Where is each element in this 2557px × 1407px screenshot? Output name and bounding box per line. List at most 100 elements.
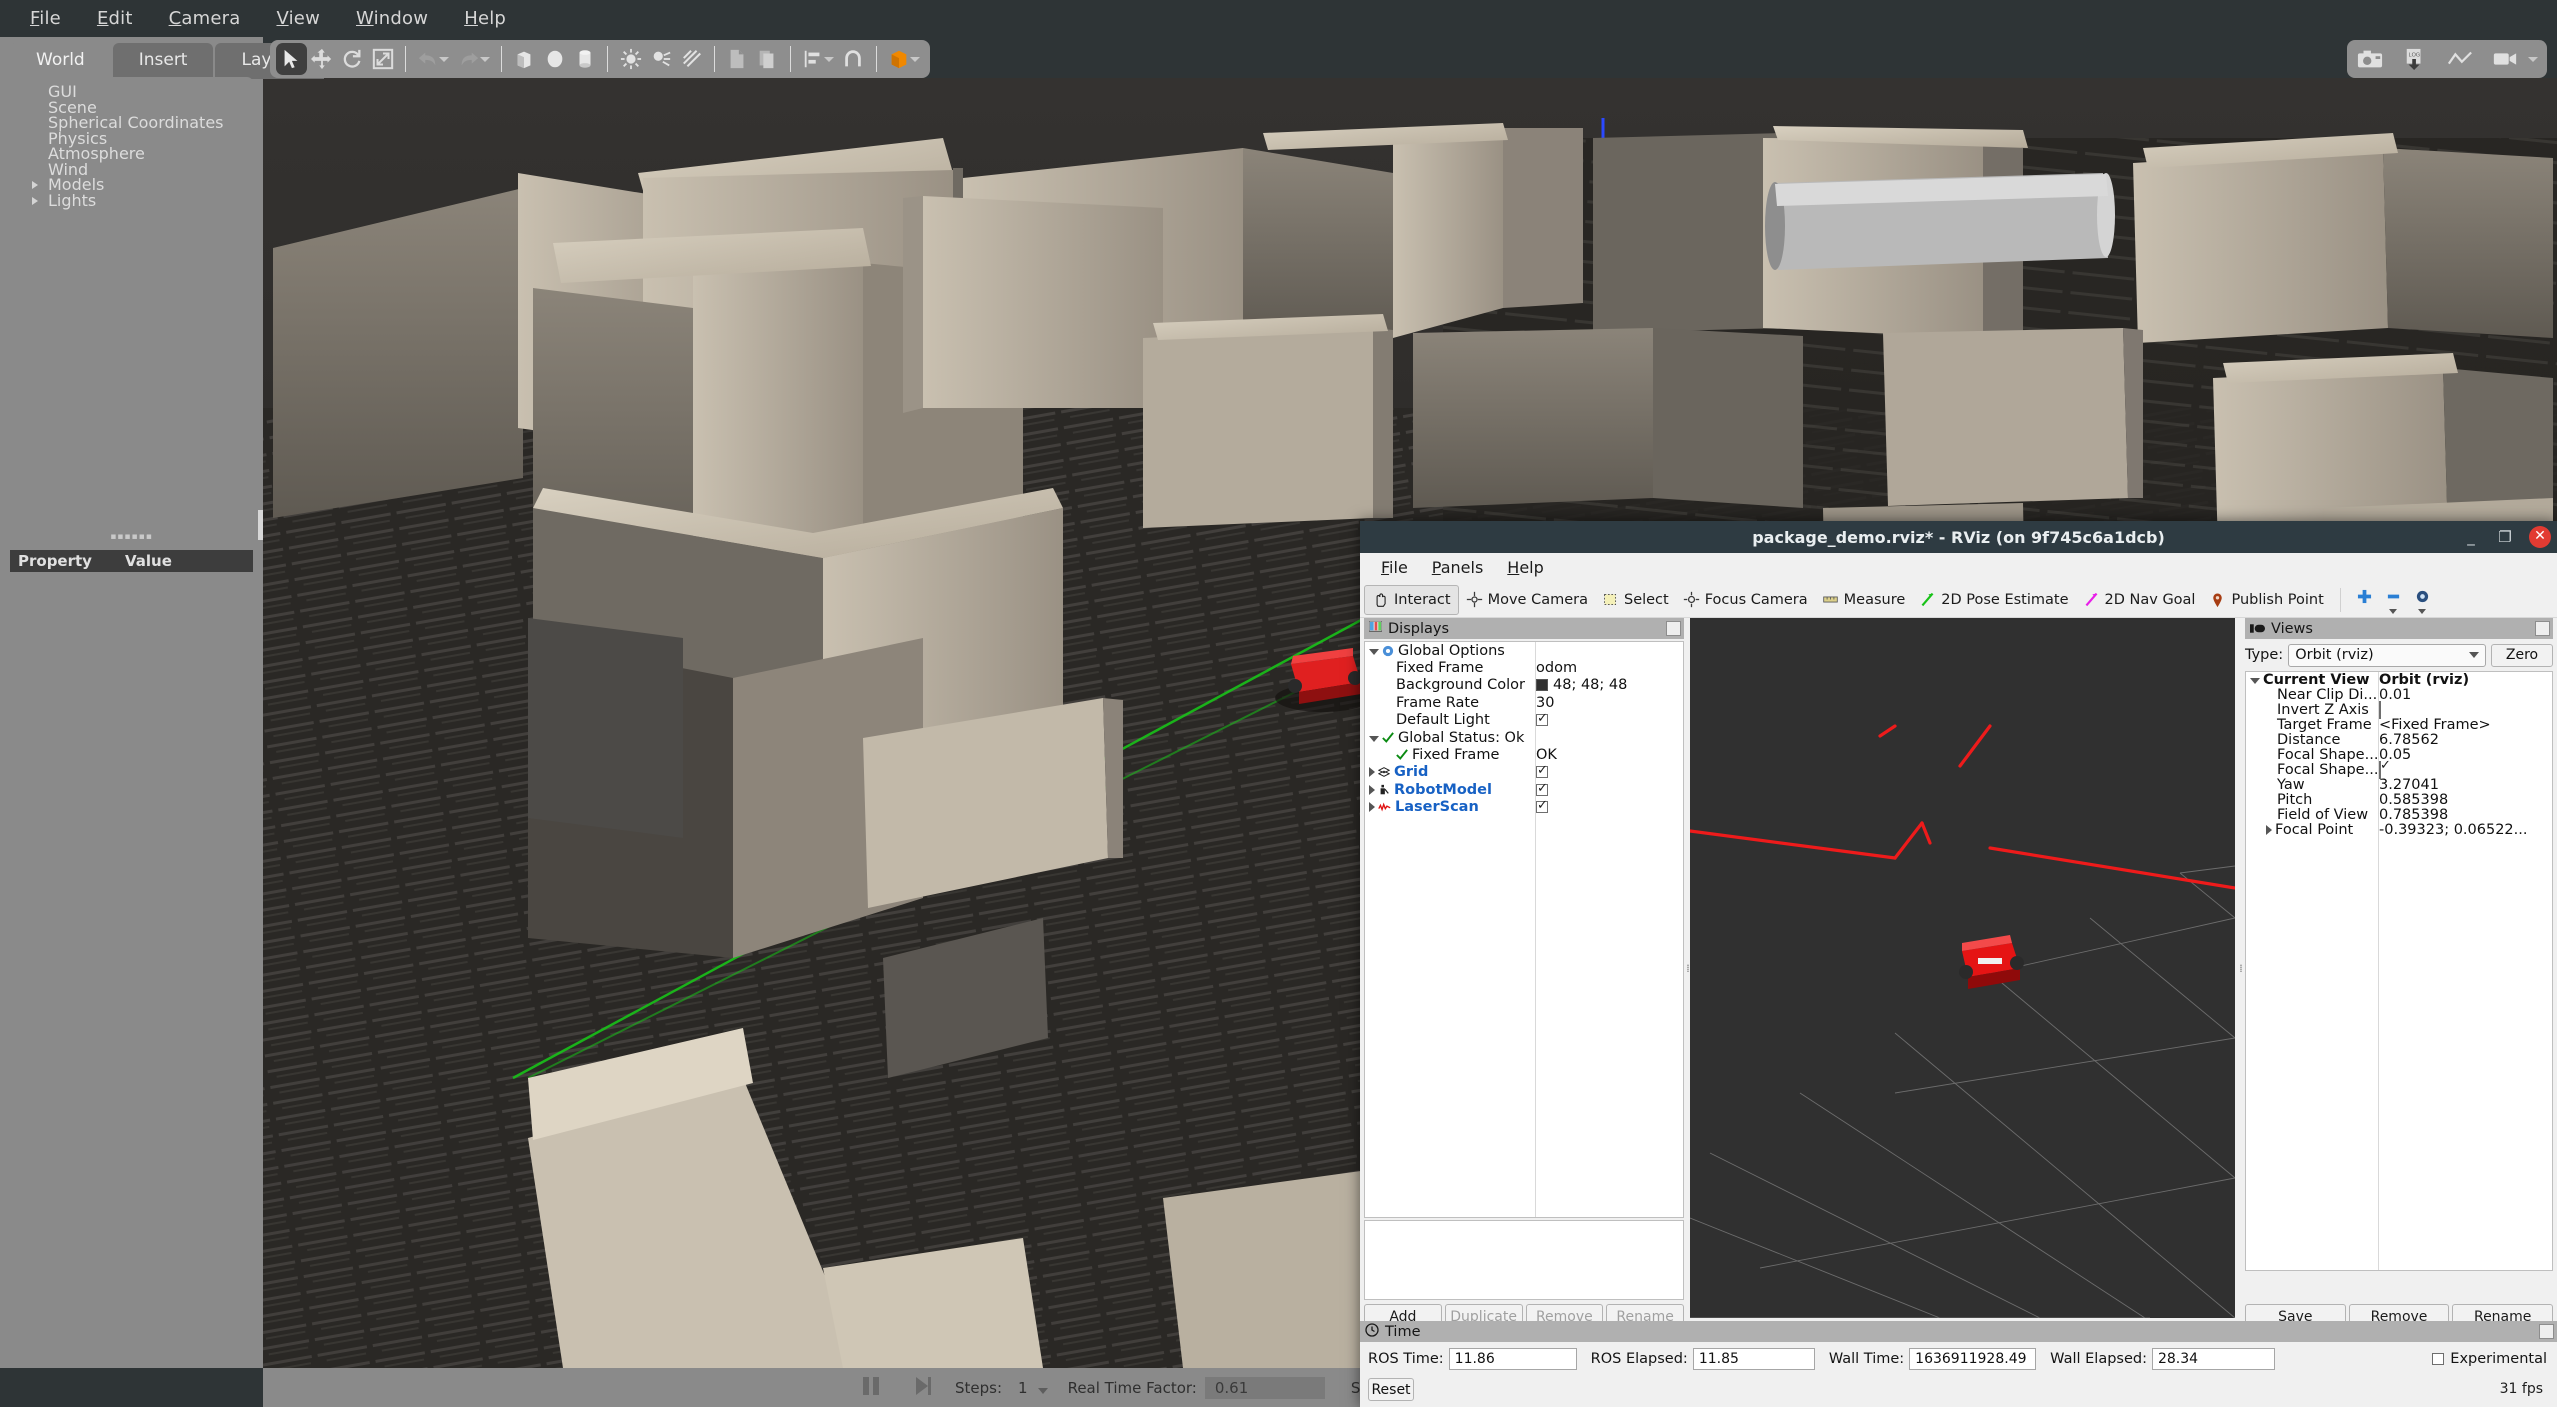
time-value-ros-time[interactable]: 11.86 <box>1449 1348 1577 1370</box>
redo-dropdown-icon[interactable] <box>480 57 490 62</box>
rviz-menu-panels[interactable]: Panels <box>1420 555 1496 580</box>
close-icon[interactable]: ✕ <box>2529 526 2551 548</box>
view-row-focal-point[interactable]: Focal Point-0.39323; 0.06522... <box>2246 822 2552 837</box>
gazebo-menu-view[interactable]: View <box>258 4 338 33</box>
video-record-icon[interactable] <box>2487 43 2522 75</box>
display-row-value[interactable]: 30 <box>1536 695 1554 711</box>
display-row-value[interactable] <box>1536 766 1548 778</box>
align-dropdown-icon[interactable] <box>824 57 834 62</box>
displays-column-divider[interactable] <box>1535 642 1536 1217</box>
display-row-grid[interactable]: Grid <box>1365 764 1683 781</box>
copy-icon[interactable] <box>722 43 753 75</box>
minimize-icon[interactable]: _ <box>2461 528 2481 546</box>
gazebo-menu-edit[interactable]: Edit <box>79 4 151 33</box>
view-row-focal-shape[interactable]: Focal Shape...0.05 <box>2246 747 2552 762</box>
expand-triangle-icon[interactable] <box>1369 649 1379 655</box>
experimental-checkbox[interactable] <box>2432 1353 2444 1365</box>
screenshot-icon[interactable] <box>2352 43 2387 75</box>
view-row-value[interactable]: 3.27041 <box>2379 777 2439 793</box>
gazebo-menu-help[interactable]: Help <box>446 4 524 33</box>
rviz-tool-focus-camera[interactable]: Focus Camera <box>1676 585 1815 615</box>
rviz-add-tool[interactable] <box>2350 585 2379 615</box>
display-row-value[interactable]: OK <box>1536 747 1557 763</box>
display-row-robotmodel[interactable]: RobotModel <box>1365 781 1683 798</box>
gazebo-menu-window[interactable]: Window <box>338 4 446 33</box>
paste-icon[interactable] <box>752 43 783 75</box>
gazebo-menu-file[interactable]: File <box>12 4 79 33</box>
translate-icon[interactable] <box>307 43 338 75</box>
view-row-field-of-view[interactable]: Field of View0.785398 <box>2246 807 2552 822</box>
displays-float-button[interactable] <box>1666 621 1681 636</box>
steps-value[interactable]: 1 <box>1018 1379 1028 1397</box>
views-tree[interactable]: Current ViewOrbit (rviz)Near Clip Di...0… <box>2245 671 2553 1271</box>
rviz-tool-publish-point[interactable]: Publish Point <box>2202 585 2330 615</box>
view-row-invert-z-axis[interactable]: Invert Z Axis <box>2246 702 2552 717</box>
view-dropdown-icon[interactable] <box>910 57 920 62</box>
step-forward-icon[interactable] <box>913 1375 933 1401</box>
experimental-row[interactable]: Experimental <box>2432 1351 2547 1367</box>
display-row-default-light[interactable]: Default Light <box>1365 712 1683 729</box>
view-row-value[interactable]: -0.39323; 0.06522... <box>2379 822 2527 838</box>
steps-dropdown-icon[interactable] <box>1038 1388 1048 1394</box>
view-row-yaw[interactable]: Yaw3.27041 <box>2246 777 2552 792</box>
expand-arrow-icon[interactable] <box>32 181 38 189</box>
display-row-global-options[interactable]: Global Options <box>1365 642 1683 659</box>
time-value-ros-elapsed[interactable]: 11.85 <box>1693 1348 1815 1370</box>
display-enable-checkbox[interactable] <box>1536 784 1548 796</box>
rviz-tool-2d-nav-goal[interactable]: 2D Nav Goal <box>2076 585 2203 615</box>
view-type-select[interactable]: Orbit (rviz) <box>2288 644 2486 667</box>
display-enable-checkbox[interactable] <box>1536 801 1548 813</box>
rviz-tool-measure[interactable]: Measure <box>1815 585 1913 615</box>
gazebo-tab-insert[interactable]: Insert <box>113 43 214 79</box>
expand-arrow-icon[interactable] <box>32 197 38 205</box>
gazebo-world-tree[interactable]: GUISceneSpherical CoordinatesPhysicsAtmo… <box>10 77 253 525</box>
display-row-frame-rate[interactable]: Frame Rate30 <box>1365 694 1683 711</box>
time-value-wall-elapsed[interactable]: 28.34 <box>2152 1348 2275 1370</box>
display-row-fixed-frame[interactable]: Fixed Frameodom <box>1365 659 1683 676</box>
view-row-target-frame[interactable]: Target Frame<Fixed Frame> <box>2246 717 2552 732</box>
display-row-value[interactable] <box>1536 801 1548 813</box>
scale-icon[interactable] <box>368 43 399 75</box>
expand-triangle-icon[interactable] <box>2266 825 2272 835</box>
insert-sphere-icon[interactable] <box>539 43 570 75</box>
view-row-value[interactable]: 0.585398 <box>2379 792 2448 808</box>
views-splitter[interactable]: ⁞ <box>2237 618 2245 1318</box>
insert-box-icon[interactable] <box>509 43 540 75</box>
select-arrow-icon[interactable] <box>276 43 307 75</box>
view-row-value[interactable]: <Fixed Frame> <box>2379 717 2491 733</box>
view-row-value[interactable]: 6.78562 <box>2379 732 2439 748</box>
view-row-near-clip-di[interactable]: Near Clip Di...0.01 <box>2246 687 2552 702</box>
log-record-icon[interactable]: LOG <box>2397 43 2432 75</box>
expand-triangle-icon[interactable] <box>1369 736 1379 742</box>
insert-cylinder-icon[interactable] <box>570 43 601 75</box>
gazebo-record-toolbar[interactable]: LOG <box>2347 40 2547 78</box>
expand-triangle-icon[interactable] <box>1369 767 1375 777</box>
display-row-value[interactable] <box>1536 784 1548 796</box>
displays-tree[interactable]: Global OptionsFixed FrameodomBackground … <box>1364 641 1684 1218</box>
views-column-divider[interactable] <box>2378 672 2379 1270</box>
time-value-wall-time[interactable]: 1636911928.49 <box>1909 1348 2036 1370</box>
view-row-focal-shape[interactable]: Focal Shape... <box>2246 762 2552 777</box>
display-row-value[interactable] <box>1536 714 1548 726</box>
view-row-distance[interactable]: Distance6.78562 <box>2246 732 2552 747</box>
zero-button[interactable]: Zero <box>2491 644 2553 667</box>
color-swatch[interactable] <box>1536 679 1548 691</box>
rviz-tool-move-camera[interactable]: Move Camera <box>1459 585 1595 615</box>
gazebo-property-splitter[interactable]: ▪▪▪▪▪▪ <box>10 535 253 540</box>
gazebo-menu-camera[interactable]: Camera <box>151 4 259 33</box>
view-row-value[interactable]: 0.785398 <box>2379 807 2448 823</box>
rviz-menubar[interactable]: FilePanelsHelp <box>1360 553 2557 582</box>
rviz-window-controls[interactable]: _ ❐ ✕ <box>2461 521 2551 553</box>
spot-light-icon[interactable] <box>646 43 677 75</box>
display-enable-checkbox[interactable] <box>1536 714 1548 726</box>
rviz-tool-interact[interactable]: Interact <box>1364 585 1459 615</box>
view-row-value[interactable]: 0.01 <box>2379 687 2411 703</box>
gazebo-render-toolbar[interactable] <box>270 40 930 78</box>
display-row-laserscan[interactable]: LaserScan <box>1365 799 1683 816</box>
expand-triangle-icon[interactable] <box>2250 678 2260 684</box>
rviz-menu-file[interactable]: File <box>1369 555 1420 580</box>
video-dropdown-icon[interactable] <box>2528 57 2538 62</box>
rotate-icon[interactable] <box>337 43 368 75</box>
pause-icon[interactable] <box>861 1375 881 1401</box>
chevron-down-icon[interactable] <box>2389 609 2397 614</box>
